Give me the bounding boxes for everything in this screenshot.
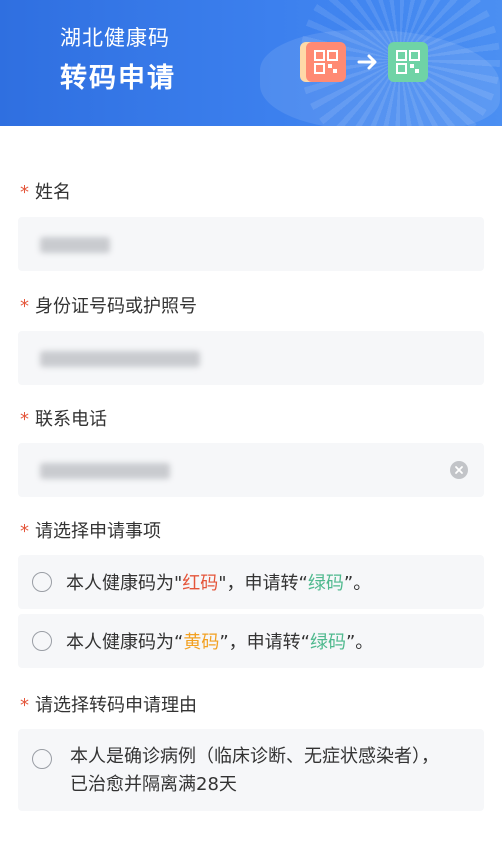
id-number-label: * 身份证号码或护照号 [20,292,197,318]
required-star: * [20,409,29,430]
matter-option-red-to-green[interactable]: 本人健康码为"红码"，申请转“绿码”。 [18,555,484,609]
required-star: * [20,695,29,716]
option-text: 本人健康码为“黄码”，申请转“绿码”。 [66,632,374,653]
page-title: 转码申请 [60,63,176,94]
required-star: * [20,296,29,317]
id-number-input[interactable] [18,331,484,385]
id-number-label-text: 身份证号码或护照号 [35,296,197,317]
reason-option-recovered[interactable]: 本人是确诊病例（临床诊断、无症状感染者），已治愈并隔离满28天 [18,729,484,811]
app-header: 湖北健康码 转码申请 [0,0,502,126]
arrow-right-icon [357,54,377,70]
radio-button[interactable] [32,631,52,651]
red-qr-code-icon [306,42,346,82]
green-qr-code-icon [388,42,428,82]
required-star: * [20,182,29,203]
matter-option-yellow-to-green[interactable]: 本人健康码为“黄码”，申请转“绿码”。 [18,614,484,668]
name-label-text: 姓名 [35,182,71,203]
matter-label-text: 请选择申请事项 [35,521,161,542]
reason-label-text: 请选择转码申请理由 [35,695,197,716]
option-text: 本人健康码为"红码"，申请转“绿码”。 [66,573,372,594]
redacted-value [40,463,170,479]
radio-button[interactable] [32,749,52,769]
redacted-value [40,237,110,253]
name-input[interactable] [18,217,484,271]
matter-label: * 请选择申请事项 [20,517,161,543]
required-star: * [20,521,29,542]
phone-label: * 联系电话 [20,405,107,431]
reason-label: * 请选择转码申请理由 [20,691,197,717]
radio-button[interactable] [32,572,52,592]
clear-input-icon[interactable] [450,461,468,479]
name-label: * 姓名 [20,178,71,204]
header-subtitle: 湖北健康码 [60,26,170,50]
redacted-value [40,351,200,367]
option-text: 本人是确诊病例（临床诊断、无症状感染者），已治愈并隔离满28天 [70,746,439,795]
phone-label-text: 联系电话 [35,409,107,430]
phone-input[interactable] [18,443,484,497]
